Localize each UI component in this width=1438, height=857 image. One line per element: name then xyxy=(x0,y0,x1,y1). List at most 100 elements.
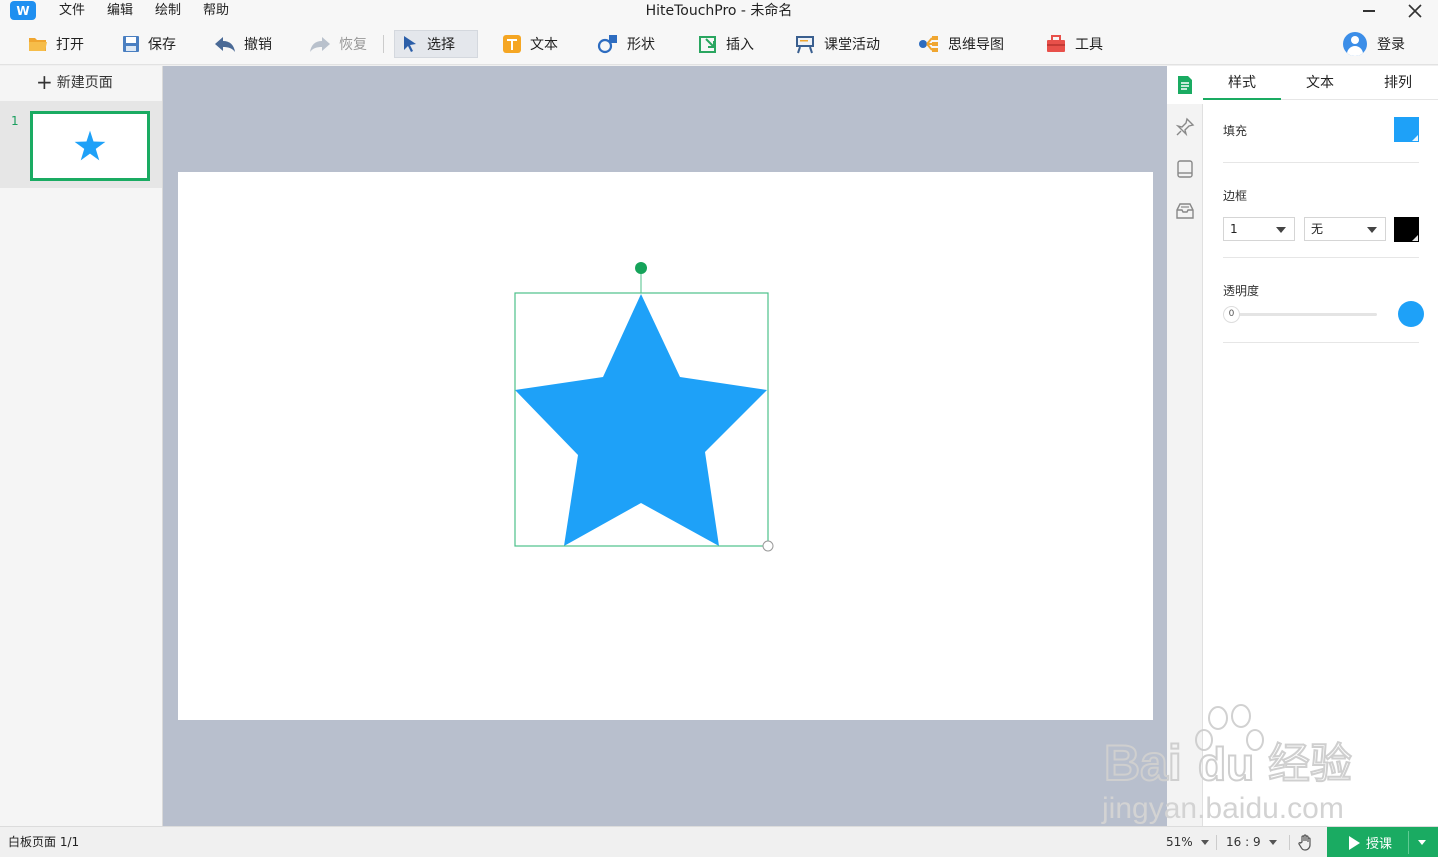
status-separator xyxy=(1216,835,1217,850)
chevron-down-icon xyxy=(1268,840,1277,845)
border-width-select[interactable]: 1 xyxy=(1223,217,1295,241)
fill-label: 填充 xyxy=(1223,124,1248,138)
border-style-select[interactable]: 无 xyxy=(1304,217,1386,241)
save-icon xyxy=(123,36,139,52)
save-label: 保存 xyxy=(148,37,176,53)
undo-button[interactable]: 撤销 xyxy=(208,30,278,58)
board-drawing xyxy=(514,262,774,552)
login-button[interactable]: 登录 xyxy=(1343,30,1405,58)
aspect-ratio-select[interactable]: 16 : 9 xyxy=(1226,827,1277,857)
page-thumbnail[interactable] xyxy=(30,111,150,181)
play-icon xyxy=(1349,835,1360,850)
opacity-min-value: 0 xyxy=(1223,306,1240,323)
app-logo-icon[interactable]: W xyxy=(10,1,36,20)
border-label: 边框 xyxy=(1223,189,1248,203)
canvas-area[interactable] xyxy=(163,66,1167,826)
save-button[interactable]: 保存 xyxy=(116,30,182,58)
tab-text[interactable]: 文本 xyxy=(1281,66,1359,100)
properties-panel: 样式 文本 排列 填充 边框 1 无 透明度 0 xyxy=(1203,66,1438,826)
shape-icon xyxy=(597,35,617,54)
document-icon xyxy=(1178,76,1192,94)
chevron-down-icon xyxy=(1200,840,1209,845)
border-width-value: 1 xyxy=(1230,222,1238,236)
folder-icon xyxy=(29,38,47,51)
menu-file[interactable]: 文件 xyxy=(48,0,96,22)
cursor-icon xyxy=(404,36,416,52)
opacity-slider-track[interactable] xyxy=(1231,313,1377,316)
shape-label: 形状 xyxy=(627,37,655,53)
mindmap-label: 思维导图 xyxy=(948,37,1004,53)
thumbnail-star-icon xyxy=(74,130,106,161)
open-label: 打开 xyxy=(56,37,84,53)
redo-button[interactable]: 恢复 xyxy=(303,30,373,58)
menu-draw[interactable]: 绘制 xyxy=(144,0,192,22)
opacity-slider-knob[interactable] xyxy=(1398,301,1424,327)
insert-button[interactable]: 插入 xyxy=(692,30,760,58)
zoom-select[interactable]: 51% xyxy=(1166,827,1209,857)
new-page-label: 新建页面 xyxy=(56,75,113,91)
book-icon xyxy=(1177,160,1193,178)
menu-help[interactable]: 帮助 xyxy=(192,0,240,22)
page-number: 1 xyxy=(11,114,19,128)
hand-icon[interactable] xyxy=(1297,833,1315,851)
teach-label: 授课 xyxy=(1366,837,1393,852)
divider xyxy=(1223,162,1419,163)
properties-tabs: 样式 文本 排列 xyxy=(1203,66,1438,100)
close-button[interactable] xyxy=(1392,0,1438,22)
classroom-activity-button[interactable]: 课堂活动 xyxy=(788,30,886,58)
open-button[interactable]: 打开 xyxy=(22,30,90,58)
toolbar: 打开 保存 撤销 恢复 选择 文本 形状 插入 课堂活动 思维导图 工具 登录 xyxy=(0,22,1438,65)
animation-panel-tab[interactable] xyxy=(1167,108,1203,146)
status-bar: 白板页面 1/1 51% 16 : 9 授课 xyxy=(0,826,1438,857)
shape-button[interactable]: 形状 xyxy=(591,30,661,58)
mindmap-icon xyxy=(919,36,938,52)
divider xyxy=(1223,342,1419,343)
teach-dropdown-icon[interactable] xyxy=(1418,840,1426,845)
rotate-handle[interactable] xyxy=(635,262,647,274)
side-icon-strip xyxy=(1167,66,1203,826)
toolbox-icon xyxy=(1047,35,1065,52)
redo-label: 恢复 xyxy=(339,37,367,53)
opacity-label: 透明度 xyxy=(1223,284,1260,298)
text-button[interactable]: 文本 xyxy=(496,30,564,58)
minimize-button[interactable] xyxy=(1346,0,1392,22)
text-label: 文本 xyxy=(530,37,558,53)
menu-edit[interactable]: 编辑 xyxy=(96,0,144,22)
page-thumbnail-row[interactable]: 1 xyxy=(0,101,162,188)
select-button[interactable]: 选择 xyxy=(394,30,478,58)
teach-split-divider xyxy=(1408,831,1409,854)
page-info: 白板页面 1/1 xyxy=(8,835,80,849)
style-panel-tab[interactable] xyxy=(1167,66,1203,104)
plus-icon: + xyxy=(36,70,53,94)
resource-panel-tab[interactable] xyxy=(1167,150,1203,188)
title-bar: W 文件 编辑 绘制 帮助 HiteTouchPro - 未命名 xyxy=(0,0,1438,22)
redo-icon xyxy=(310,37,330,52)
insert-icon xyxy=(699,36,716,53)
tab-style[interactable]: 样式 xyxy=(1203,66,1281,100)
archive-panel-tab[interactable] xyxy=(1167,192,1203,230)
divider xyxy=(1223,257,1419,258)
status-separator xyxy=(1289,835,1290,850)
undo-icon xyxy=(215,37,235,52)
tab-arrange[interactable]: 排列 xyxy=(1359,66,1437,100)
tools-button[interactable]: 工具 xyxy=(1039,30,1109,58)
classroom-icon xyxy=(796,36,814,54)
tools-label: 工具 xyxy=(1075,37,1103,53)
chevron-down-icon xyxy=(1367,227,1377,233)
resize-handle[interactable] xyxy=(762,540,774,552)
close-icon xyxy=(1408,4,1422,18)
menu-bar: 文件 编辑 绘制 帮助 xyxy=(48,0,240,22)
insert-label: 插入 xyxy=(726,37,754,53)
classroom-label: 课堂活动 xyxy=(824,37,880,53)
star-shape[interactable] xyxy=(515,294,767,546)
zoom-value: 51% xyxy=(1166,835,1193,849)
border-color-picker[interactable] xyxy=(1394,217,1419,242)
fill-color-picker[interactable] xyxy=(1394,117,1419,142)
whiteboard-page[interactable] xyxy=(178,172,1153,720)
text-icon xyxy=(503,35,521,53)
minimize-icon xyxy=(1363,10,1375,12)
mindmap-button[interactable]: 思维导图 xyxy=(912,30,1010,58)
new-page-button[interactable]: + 新建页面 xyxy=(36,72,113,92)
login-label: 登录 xyxy=(1377,37,1405,53)
pages-panel: + 新建页面 1 xyxy=(0,66,163,826)
